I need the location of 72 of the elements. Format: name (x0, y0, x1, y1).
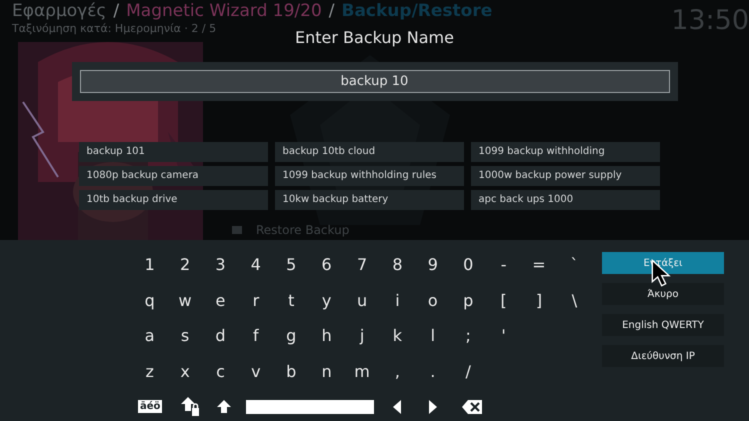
key[interactable]: / (450, 362, 486, 381)
key[interactable]: = (521, 255, 557, 274)
breadcrumb-separator: / (328, 1, 334, 21)
key[interactable]: a (132, 326, 168, 346)
key[interactable]: p (450, 290, 486, 310)
key[interactable]: 1 (132, 255, 168, 274)
key[interactable]: ` (556, 255, 592, 274)
key[interactable]: \ (556, 290, 592, 310)
sort-label: Ταξινόμηση κατά: Ημερομηνία · 2 / 5 (12, 22, 216, 35)
key[interactable]: o (415, 290, 451, 310)
keyboard-button[interactable]: English QWERTY (602, 314, 724, 336)
key[interactable]: c (202, 362, 238, 381)
key[interactable]: b (274, 362, 309, 381)
key[interactable]: r (238, 290, 274, 310)
key[interactable]: 3 (202, 255, 238, 274)
key[interactable]: t (274, 290, 309, 310)
key[interactable]: u (344, 290, 380, 310)
dialog-title: Enter Backup Name (295, 28, 454, 48)
left-arrow-icon[interactable] (392, 400, 402, 414)
key[interactable]: 4 (238, 255, 274, 274)
space-key[interactable] (246, 400, 374, 414)
key[interactable]: f (238, 326, 274, 346)
key[interactable]: [ (486, 290, 522, 310)
key[interactable]: n (308, 362, 344, 381)
suggestion-item[interactable]: 1099 backup withholding rules (274, 166, 464, 186)
key[interactable]: e (202, 290, 238, 310)
key[interactable]: q (132, 290, 168, 310)
key[interactable]: y (308, 290, 344, 310)
key[interactable]: m (344, 362, 380, 381)
suggestion-item[interactable]: 10tb backup drive (78, 190, 268, 210)
key[interactable]: d (202, 326, 238, 346)
shift-icon[interactable] (216, 398, 232, 414)
folder-icon (232, 226, 242, 234)
key[interactable]: 9 (415, 255, 451, 274)
keyboard-button[interactable]: Διεύθυνση IP (602, 345, 724, 367)
right-arrow-icon[interactable] (428, 400, 438, 414)
key[interactable]: ' (486, 326, 522, 346)
key[interactable]: - (486, 255, 522, 274)
key[interactable]: s (167, 326, 203, 346)
key[interactable]: 6 (308, 255, 344, 274)
breadcrumb-separator: / (113, 1, 120, 21)
input-field[interactable]: backup 10 (80, 70, 670, 93)
key[interactable]: 5 (274, 255, 309, 274)
key[interactable]: j (344, 326, 380, 346)
key[interactable]: w (167, 290, 203, 310)
suggestion-item[interactable]: backup 10tb cloud (274, 142, 464, 162)
key[interactable]: v (238, 362, 274, 381)
key[interactable]: 2 (167, 255, 203, 274)
suggestion-item[interactable]: apc back ups 1000 (470, 190, 660, 210)
suggestion-item[interactable]: 1099 backup withholding (470, 142, 660, 162)
key[interactable]: g (274, 326, 309, 346)
suggestion-item[interactable]: 10kw backup battery (274, 190, 464, 210)
key[interactable]: , (380, 362, 416, 381)
caps-lock-icon[interactable] (180, 396, 200, 418)
keyboard-button[interactable]: Άκυρο (602, 283, 724, 305)
key[interactable]: ; (450, 326, 486, 346)
key[interactable]: i (380, 290, 416, 310)
key[interactable]: k (380, 326, 416, 346)
key[interactable]: 7 (344, 255, 380, 274)
key[interactable]: x (167, 362, 203, 381)
key[interactable]: . (415, 362, 451, 381)
backspace-icon[interactable] (462, 400, 482, 414)
accents-key[interactable]: āéö (138, 400, 162, 413)
suggestion-item[interactable]: 1000w backup power supply (470, 166, 660, 186)
suggestion-item[interactable]: 1080p backup camera (78, 166, 268, 186)
key[interactable]: l (415, 326, 451, 346)
key[interactable]: z (132, 362, 168, 381)
key[interactable]: h (308, 326, 344, 346)
suggestion-item[interactable]: backup 101 (78, 142, 268, 162)
key[interactable]: ] (521, 290, 557, 310)
key[interactable]: 8 (380, 255, 416, 274)
key[interactable]: 0 (450, 255, 486, 274)
